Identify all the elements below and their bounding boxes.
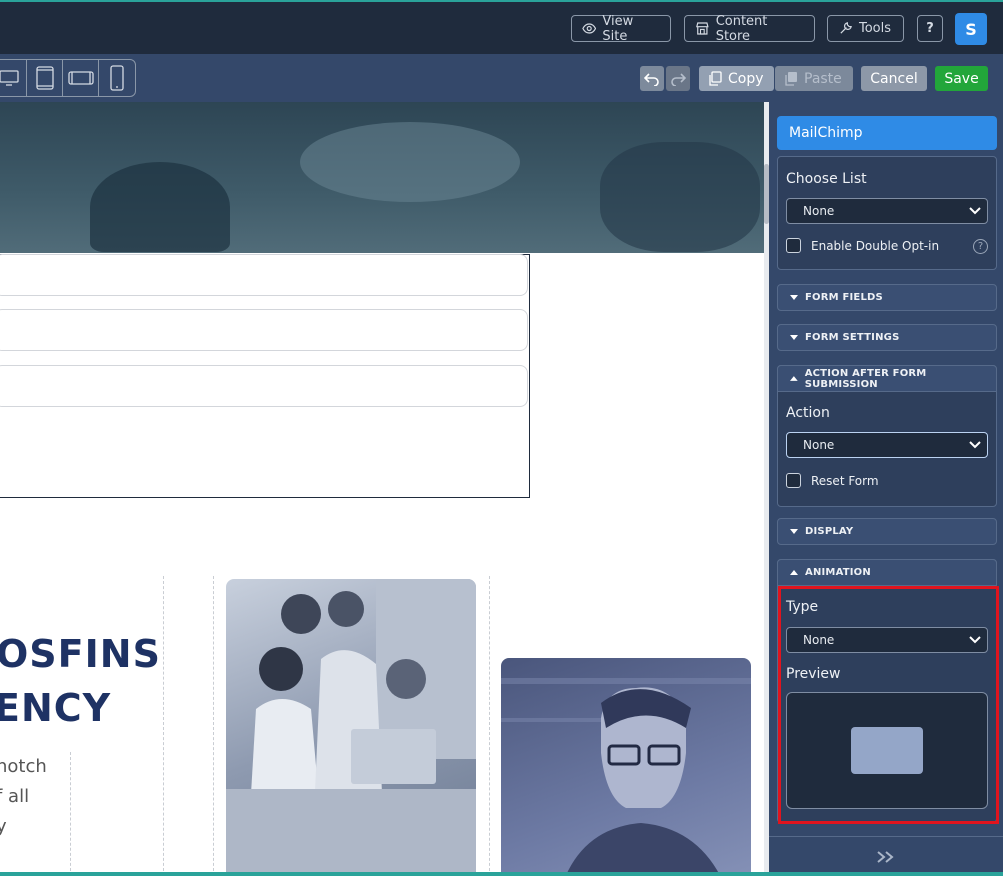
accordion-display[interactable]: DISPLAY: [777, 518, 997, 545]
redo-button[interactable]: [666, 66, 690, 91]
choose-list-label: Choose List: [786, 171, 867, 187]
accordion-label: FORM SETTINGS: [805, 332, 900, 343]
tablet-portrait-icon: [35, 66, 54, 90]
column-guide: [163, 576, 164, 876]
caret-up-icon: [790, 375, 798, 381]
help-icon: ?: [926, 21, 934, 36]
paste-icon: [785, 72, 797, 86]
tools-label: Tools: [859, 21, 892, 36]
copy-icon: [709, 71, 722, 86]
portrait-photo[interactable]: [501, 658, 751, 876]
column-guide: [70, 752, 71, 876]
accordion-label: FORM FIELDS: [805, 292, 883, 303]
action-label: Action: [786, 405, 830, 421]
team-photo-illustration: [226, 579, 476, 876]
action-select[interactable]: None: [786, 432, 988, 458]
accordion-form-settings[interactable]: FORM SETTINGS: [777, 324, 997, 351]
team-photo[interactable]: [226, 579, 476, 876]
copy-button[interactable]: Copy: [699, 66, 774, 91]
caret-down-icon: [790, 294, 798, 300]
reset-form-row[interactable]: Reset Form: [786, 473, 879, 488]
desktop-icon: [0, 70, 19, 86]
animation-type-label: Type: [786, 599, 819, 615]
paste-label: Paste: [804, 70, 842, 87]
accordion-label: DISPLAY: [805, 526, 854, 537]
choose-list-select[interactable]: None: [786, 198, 988, 224]
copy-label: Copy: [728, 70, 764, 87]
animation-type-value: None: [803, 633, 835, 647]
body-text-line-2: f all: [0, 786, 30, 807]
panel-collapse-bar[interactable]: [769, 836, 1003, 876]
mobile-icon: [110, 65, 124, 91]
page-canvas: OSFINS ENCY notch f all y: [0, 102, 764, 876]
form-input-1[interactable]: [0, 254, 528, 296]
animation-preview-label: Preview: [786, 666, 841, 682]
accordion-label: ACTION AFTER FORM SUBMISSION: [804, 367, 927, 390]
accordion-action-after-submission[interactable]: ACTION AFTER FORM SUBMISSION: [777, 365, 997, 392]
content-store-button[interactable]: Content Store: [684, 13, 815, 44]
paste-button[interactable]: Paste: [775, 66, 853, 91]
device-tablet-portrait[interactable]: [27, 60, 64, 96]
store-icon: [696, 22, 709, 35]
headline-line-2: ENCY: [0, 686, 112, 730]
tablet-landscape-icon: [67, 71, 94, 85]
double-optin-label: Enable Double Opt-in: [811, 238, 940, 253]
view-site-button[interactable]: View Site: [571, 13, 671, 44]
reset-form-label: Reset Form: [811, 473, 879, 488]
double-optin-row[interactable]: Enable Double Opt-in: [786, 238, 939, 253]
double-chevron-right-icon: [877, 850, 894, 863]
cancel-button[interactable]: Cancel: [861, 66, 927, 91]
widget-title: MailChimp: [777, 116, 997, 150]
accordion-animation[interactable]: ANIMATION: [777, 559, 997, 586]
chevron-down-icon: [969, 441, 981, 449]
chevron-down-icon: [969, 636, 981, 644]
caret-down-icon: [790, 528, 798, 534]
top-bar: View Site Content Store Tools ? S: [0, 0, 1003, 54]
device-desktop[interactable]: [0, 60, 28, 96]
form-input-2[interactable]: [0, 309, 528, 351]
bottom-accent-strip: [0, 872, 1003, 876]
double-optin-checkbox[interactable]: [786, 238, 801, 253]
animation-preview-sample: [851, 727, 923, 774]
content-store-label: Content Store: [715, 13, 768, 44]
avatar-initial: S: [965, 19, 977, 39]
form-input-3[interactable]: [0, 365, 528, 407]
save-button[interactable]: Save: [935, 66, 988, 91]
device-switcher: [0, 59, 136, 97]
reset-form-checkbox[interactable]: [786, 473, 801, 488]
help-circle-icon[interactable]: ?: [973, 239, 988, 254]
column-guide: [213, 576, 214, 876]
action-value: None: [803, 438, 835, 452]
device-tablet-landscape[interactable]: [63, 60, 100, 96]
history-group: [640, 66, 690, 91]
accordion-form-fields[interactable]: FORM FIELDS: [777, 284, 997, 311]
caret-up-icon: [790, 569, 798, 575]
help-button[interactable]: ?: [917, 15, 943, 42]
column-guide: [489, 576, 490, 876]
tools-button[interactable]: Tools: [827, 15, 904, 42]
user-avatar[interactable]: S: [955, 13, 987, 45]
device-mobile[interactable]: [99, 60, 135, 96]
caret-down-icon: [790, 334, 798, 340]
accordion-label: ANIMATION: [805, 567, 871, 578]
eye-icon: [582, 23, 597, 34]
body-text-line-1: notch: [0, 756, 47, 777]
animation-type-select[interactable]: None: [786, 627, 988, 653]
hero-image: [0, 102, 764, 253]
choose-list-value: None: [803, 204, 835, 218]
undo-icon: [644, 72, 659, 86]
portrait-photo-illustration: [501, 678, 751, 876]
redo-icon: [671, 72, 686, 86]
body-text-line-3: y: [0, 816, 7, 837]
view-site-label: View Site: [602, 13, 634, 44]
chevron-down-icon: [969, 207, 981, 215]
undo-button[interactable]: [640, 66, 664, 91]
wrench-icon: [840, 22, 852, 34]
headline-line-1: OSFINS: [0, 632, 161, 676]
